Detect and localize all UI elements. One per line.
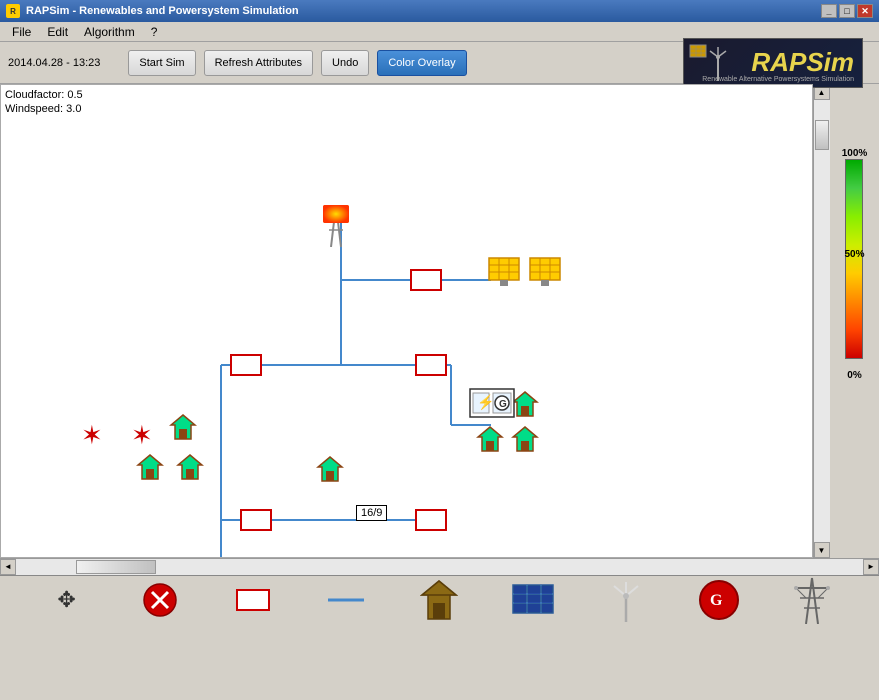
color-label-0: 0% [847,370,861,381]
house-tool[interactable] [414,580,464,620]
tooltip-box: 16/9 [356,505,387,521]
substation-node[interactable]: ⚡ G [469,385,515,421]
svg-text:G: G [710,592,723,609]
generator-node-1[interactable]: ✶ [81,420,103,451]
titlebar-title: RAPSim - Renewables and Powersystem Simu… [26,5,299,17]
bottom-toolbar: ✥ [0,574,879,624]
house-node-4[interactable] [316,455,344,483]
house-node-7[interactable] [476,425,504,453]
titlebar: R RAPSim - Renewables and Powersystem Si… [0,0,879,22]
wires-layer [1,85,813,558]
titlebar-controls[interactable]: _ □ ✕ [821,4,873,18]
horizontal-scrollbar[interactable]: ◄ ► [0,558,879,574]
toolbar: 2014.04.28 - 13:23 Start Sim Refresh Att… [0,42,879,84]
wire-tool[interactable] [321,580,371,620]
start-sim-button[interactable]: Start Sim [128,50,195,76]
sim-info-windspeed: Windspeed: 3.0 [5,103,81,115]
logo-brand: RAPSim [751,47,854,78]
app-icon: R [6,4,20,18]
menu-algorithm[interactable]: Algorithm [76,23,143,41]
color-label-50: 50% [844,249,864,260]
close-button[interactable]: ✕ [857,4,873,18]
menu-help[interactable]: ? [143,23,166,41]
datetime-display: 2014.04.28 - 13:23 [8,57,100,69]
pylon-tool[interactable] [787,580,837,620]
logo-area: RAPSim Renewable Alternative Powersystem… [683,38,871,88]
house-node-3[interactable] [176,453,204,481]
scroll-left-arrow[interactable]: ◄ [0,559,16,575]
undo-button[interactable]: Undo [321,50,369,76]
main-area: Cloudfactor: 0.5 Windspeed: 3.0 [0,84,879,574]
logo-box: RAPSim Renewable Alternative Powersystem… [683,38,863,88]
menu-edit[interactable]: Edit [39,23,76,41]
scroll-track-h[interactable] [16,559,863,575]
busbar-tool[interactable] [228,580,278,620]
scroll-right-arrow[interactable]: ► [863,559,879,575]
sim-info-cloudfactor: Cloudfactor: 0.5 [5,89,83,101]
color-bar-container: 100% 50% 0% [842,148,868,381]
svg-text:⚡: ⚡ [477,394,494,411]
generator-tool[interactable]: G [694,580,744,620]
scroll-down-arrow[interactable]: ▼ [814,542,830,558]
solar-panel-2[interactable] [529,257,561,287]
scroll-thumb-h[interactable] [76,560,156,574]
logo-subtitle: Renewable Alternative Powersystems Simul… [702,76,854,83]
titlebar-left: R RAPSim - Renewables and Powersystem Si… [6,4,299,18]
heat-source[interactable] [317,205,355,247]
vertical-scrollbar[interactable]: ▲ ▼ [813,84,829,558]
refresh-attributes-button[interactable]: Refresh Attributes [204,50,313,76]
simulation-canvas[interactable]: Cloudfactor: 0.5 Windspeed: 3.0 [0,84,813,558]
maximize-button[interactable]: □ [839,4,855,18]
svg-text:G: G [499,399,507,410]
move-tool[interactable]: ✥ [42,580,92,620]
menu-file[interactable]: File [4,23,39,41]
wind-tool[interactable] [601,580,651,620]
solar-tool[interactable] [508,580,558,620]
scroll-track-v[interactable] [814,100,830,542]
delete-tool[interactable] [135,580,185,620]
color-overlay-panel: 100% 50% 0% [829,84,879,558]
solar-panel-1[interactable] [488,257,520,287]
house-node-8[interactable] [511,425,539,453]
minimize-button[interactable]: _ [821,4,837,18]
color-overlay-button[interactable]: Color Overlay [377,50,466,76]
generator-node-2[interactable]: ✶ [131,420,153,451]
scroll-thumb-v[interactable] [815,120,829,150]
house-node-6[interactable] [511,390,539,418]
house-node-2[interactable] [136,453,164,481]
house-node-1[interactable] [169,413,197,441]
color-label-100: 100% [842,148,868,159]
